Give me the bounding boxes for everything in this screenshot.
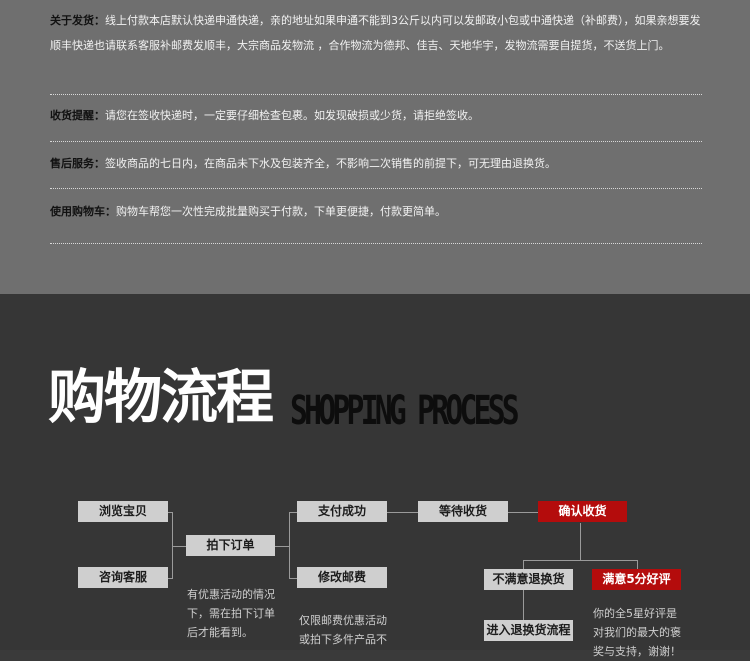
info-label: 使用购物车： [50,205,116,218]
info-text: 请您在签收快递时，一定要仔细检查包裹。如发现破损或少货，请拒绝签收。 [105,109,479,122]
connector-line [289,512,290,579]
process-title-en: SHOPPING PROCESS [290,388,520,434]
info-label: 售后服务： [50,157,105,170]
connector-line [580,523,581,561]
step-modify-postage: 修改邮费 [297,567,387,588]
step-return-process: 进入退换货流程 [484,620,573,641]
step-payment-success: 支付成功 [297,501,387,522]
connector-line [387,512,418,513]
info-text: 线上付款本店默认快递申通快递，亲的地址如果申通不能到3公斤以内可以发邮政小包或中… [50,14,701,52]
step-consult: 咨询客服 [78,567,168,588]
info-label: 收货提醒： [50,109,105,122]
order-note: 有优惠活动的情况下，需在拍下订单后才能看到。 [187,588,275,639]
connector-line [508,512,538,513]
info-row-shipping: 关于发货：线上付款本店默认快递申通快递，亲的地址如果申通不能到3公斤以内可以发邮… [50,8,702,95]
info-text: 签收商品的七日内，在商品未下水及包装齐全，不影响二次销售的前提下，可无理由退换货… [105,157,556,170]
praise-note: 你的全5星好评是对我们的最大的褒奖与支持，谢谢！ [593,607,681,658]
step-await-delivery: 等待收货 [418,501,508,522]
shopping-process-section [0,294,750,650]
connector-line [523,560,638,561]
step-confirm-receipt: 确认收货 [538,501,627,522]
connector-line [523,560,524,569]
connector-line [289,512,297,513]
step-place-order: 拍下订单 [186,535,275,556]
info-row-receipt: 收货提醒：请您在签收快递时，一定要仔细检查包裹。如发现破损或少货，请拒绝签收。 [50,103,702,142]
connector-line [637,560,638,569]
postage-note: 仅限邮费优惠活动或拍下多件产品不 [299,614,387,646]
step-five-star-review: 满意5分好评 [592,569,681,590]
step-browse: 浏览宝贝 [78,501,168,522]
shipping-info-panel: 关于发货：线上付款本店默认快递申通快递，亲的地址如果申通不能到3公斤以内可以发邮… [0,0,750,294]
process-title-cn: 购物流程 [48,363,274,431]
info-row-cart: 使用购物车：购物车帮您一次性完成批量购买于付款，下单更便捷，付款更简单。 [50,199,702,244]
info-row-after-sales: 售后服务：签收商品的七日内，在商品未下水及包装齐全，不影响二次销售的前提下，可无… [50,151,702,189]
connector-line [275,546,289,547]
step-unsatisfied-return: 不满意退换货 [484,569,573,590]
connector-line [523,590,524,620]
info-label: 关于发货： [50,14,105,27]
connector-line [289,578,297,579]
info-text: 购物车帮您一次性完成批量购买于付款，下单更便捷，付款更简单。 [116,205,446,218]
connector-line [172,546,186,547]
